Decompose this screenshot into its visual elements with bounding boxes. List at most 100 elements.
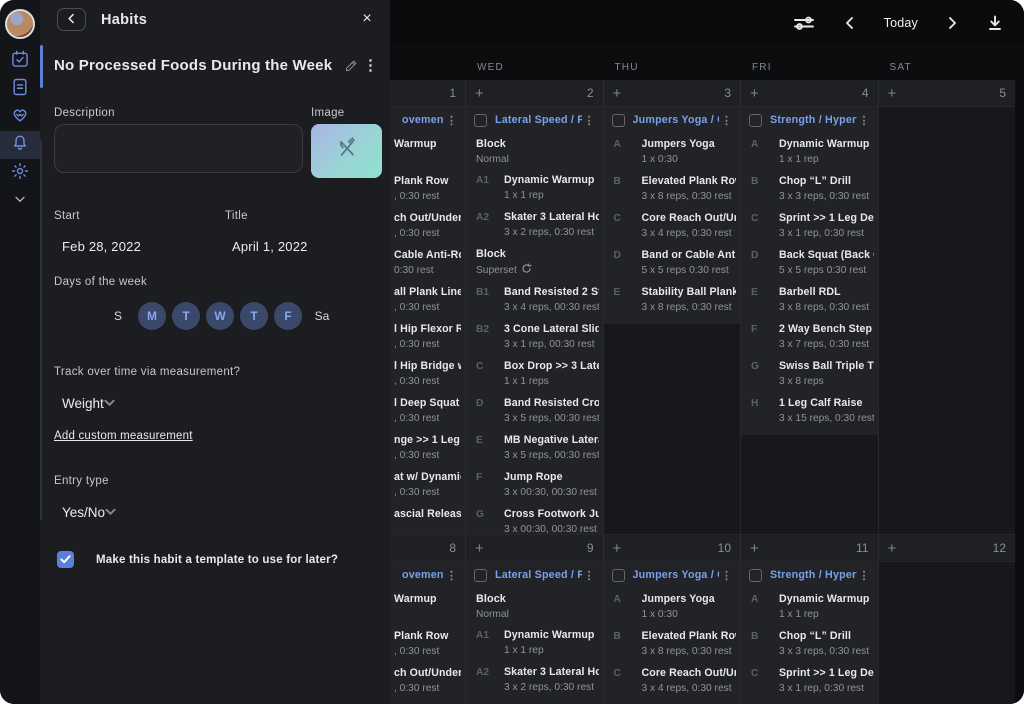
workout-checkbox[interactable] [612,114,625,127]
exercise-row[interactable]: all Plank Linear ..., 0:30 rest [390,281,465,318]
exercise-row[interactable]: at w/ Dynamic P..., 0:30 rest [390,466,465,503]
entry-type-select[interactable]: Yes/No [62,503,372,521]
exercise-row[interactable]: H1 Leg Calf Raise3 x 15 reps, 0:30 rest [741,392,878,429]
workout-card[interactable]: Jumpers Yoga / Core⋮AJumpers Yoga1 x 0:3… [604,562,741,704]
exercise-row[interactable]: nge >> 1 Leg St..., 0:30 rest [390,429,465,466]
workout-menu-kebab-icon[interactable]: ⋮ [719,114,734,127]
download-button[interactable] [986,14,1004,32]
exercise-row[interactable]: Cable Anti-Rotati...0:30 rest [390,244,465,281]
add-custom-measurement-link[interactable]: Add custom measurement [54,430,193,442]
exercise-row[interactable]: CCore Reach Out/Under3 x 4 reps, 0:30 re… [604,662,741,699]
weekday-toggle[interactable]: Sa [308,302,336,330]
workout-checkbox[interactable] [749,569,762,582]
habit-image-tile[interactable] [311,124,382,178]
workout-checkbox[interactable] [612,569,625,582]
exercise-row[interactable]: A1Dynamic Warmup1 x 1 rep [466,624,603,661]
exercise-row[interactable]: GCross Footwork Jump Rope3 x 00:30, 00:3… [466,503,603,534]
exercise-row[interactable]: Warmup [390,133,465,170]
exercise-row[interactable]: A2Skater 3 Lateral Hops >> ...3 x 2 reps… [466,206,603,243]
exercise-row[interactable]: ch Out/Under, 0:30 rest [390,207,465,244]
add-workout-button[interactable]: + [750,86,759,101]
workout-card[interactable]: Lateral Speed / Plyo⋮BlockNormalA1Dynami… [466,107,603,534]
workout-card[interactable]: Strength / Hypertro...⋮ADynamic Warmup1 … [741,562,878,704]
weekday-toggle[interactable]: T [240,302,268,330]
exercise-row[interactable]: ascial Release C... [390,503,465,534]
workout-menu-kebab-icon[interactable]: ⋮ [444,114,459,127]
weekday-toggle[interactable]: S [104,302,132,330]
exercise-row[interactable]: l Hip Bridge w/ ..., 0:30 rest [390,355,465,392]
exercise-row[interactable]: Plank Row, 0:30 rest [390,170,465,207]
exercise-row[interactable]: B23 Cone Lateral Slide3 x 1 rep, 00:30 r… [466,318,603,355]
sidebar-item-calendar[interactable] [0,47,40,75]
exercise-row[interactable]: DBand or Cable Anti Rotati...5 x 5 reps … [604,244,741,281]
workout-checkbox[interactable] [474,569,487,582]
exercise-row[interactable]: B1Band Resisted 2 Step Late...3 x 4 reps… [466,281,603,318]
exercise-row[interactable]: BChop “L” Drill3 x 3 reps, 0:30 rest [741,170,878,207]
exercise-row[interactable]: BElevated Plank Row3 x 8 reps, 0:30 rest [604,625,741,662]
exercise-row[interactable]: GSwiss Ball Triple Threat3 x 8 reps [741,355,878,392]
workout-card[interactable]: Lateral Speed / Plyo⋮BlockNormalA1Dynami… [466,562,603,704]
start-date-field[interactable]: Feb 28, 2022 [62,239,141,254]
exercise-row[interactable]: CCore Reach Out/Under3 x 4 reps, 0:30 re… [604,207,741,244]
weekday-toggle[interactable]: W [206,302,234,330]
exercise-row[interactable]: BElevated Plank Row3 x 8 reps, 0:30 rest [604,170,741,207]
exercise-row[interactable]: ch Out/Under, 0:30 rest [390,662,465,699]
exercise-row[interactable]: EMB Negative Lateral Hop...3 x 5 reps, 0… [466,429,603,466]
end-date-field[interactable]: April 1, 2022 [232,239,308,254]
edit-pencil-icon[interactable] [344,58,359,73]
add-workout-button[interactable]: + [613,541,622,556]
workout-card[interactable]: ovement Q...⋮WarmupPlank Row, 0:30 restc… [390,107,465,534]
weekday-toggle[interactable]: F [274,302,302,330]
sidebar-expand[interactable] [0,187,40,215]
back-button[interactable] [57,8,86,31]
workout-menu-kebab-icon[interactable]: ⋮ [444,569,459,582]
exercise-row[interactable]: CSprint >> 1 Leg Declarations3 x 1 rep, … [741,662,878,699]
exercise-row[interactable]: DBack Squat (Back Off Set)5 x 5 reps 0:3… [741,699,878,704]
exercise-row[interactable]: DBand or Cable Anti Rotati...5 x 5 reps … [604,699,741,704]
workout-checkbox[interactable] [474,114,487,127]
add-workout-button[interactable]: + [750,541,759,556]
template-checkbox[interactable] [57,551,74,568]
exercise-row[interactable]: CBox Drop >> 3 Lateral H...1 x 1 reps [466,355,603,392]
sidebar-item-notifications[interactable] [0,131,40,159]
workout-menu-kebab-icon[interactable]: ⋮ [857,569,872,582]
sidebar-item-notes[interactable] [0,75,40,103]
today-button[interactable]: Today [884,16,918,30]
exercise-row[interactable]: A2Skater 3 Lateral Hops >> ...3 x 2 reps… [466,661,603,698]
workout-menu-kebab-icon[interactable]: ⋮ [582,569,597,582]
add-workout-button[interactable]: + [888,86,897,101]
add-workout-button[interactable]: + [475,86,484,101]
exercise-row[interactable]: l Deep Squat Mo..., 0:30 rest [390,392,465,429]
measurement-select[interactable]: Weight [62,394,372,412]
weekday-toggle[interactable]: T [172,302,200,330]
exercise-row[interactable]: DBand Resisted Crossover...3 x 5 reps, 0… [466,392,603,429]
exercise-row[interactable]: ADynamic Warmup1 x 1 rep [741,133,878,170]
add-workout-button[interactable]: + [613,86,622,101]
habit-menu-kebab-icon[interactable]: ⋮ [363,56,378,74]
workout-menu-kebab-icon[interactable]: ⋮ [582,114,597,127]
exercise-row[interactable]: F2 Way Bench Step Up3 x 7 reps, 0:30 res… [741,318,878,355]
add-workout-button[interactable]: + [888,541,897,556]
sidebar-item-settings[interactable] [0,159,40,187]
close-icon[interactable]: × [357,9,377,29]
prev-week-button[interactable] [843,16,857,30]
workout-card[interactable]: ovement Q...⋮WarmupPlank Row, 0:30 restc… [390,562,465,704]
description-input[interactable] [54,124,303,173]
exercise-row[interactable]: Warmup [390,588,465,625]
exercise-row[interactable]: A1Dynamic Warmup1 x 1 rep [466,169,603,206]
exercise-row[interactable]: Cable Anti-Rotati...0:30 rest [390,699,465,704]
exercise-row[interactable]: EStability Ball Plank Linear ...3 x 8 re… [604,281,741,318]
exercise-row[interactable]: FJump Rope3 x 00:30, 00:30 rest [466,466,603,503]
sidebar-item-health[interactable] [0,103,40,131]
exercise-row[interactable]: Plank Row, 0:30 rest [390,625,465,662]
template-checkbox-row[interactable]: Make this habit a template to use for la… [57,551,338,568]
exercise-row[interactable]: CSprint >> 1 Leg Declarations3 x 1 rep, … [741,207,878,244]
add-workout-button[interactable]: + [475,541,484,556]
exercise-row[interactable]: ADynamic Warmup1 x 1 rep [741,588,878,625]
weekday-toggle[interactable]: M [138,302,166,330]
exercise-row[interactable]: EBarbell RDL3 x 8 reps, 0:30 rest [741,281,878,318]
exercise-row[interactable]: AJumpers Yoga1 x 0:30 [604,588,741,625]
workout-menu-kebab-icon[interactable]: ⋮ [857,114,872,127]
exercise-row[interactable]: l Hip Flexor Rais..., 0:30 rest [390,318,465,355]
exercise-row[interactable]: AJumpers Yoga1 x 0:30 [604,133,741,170]
